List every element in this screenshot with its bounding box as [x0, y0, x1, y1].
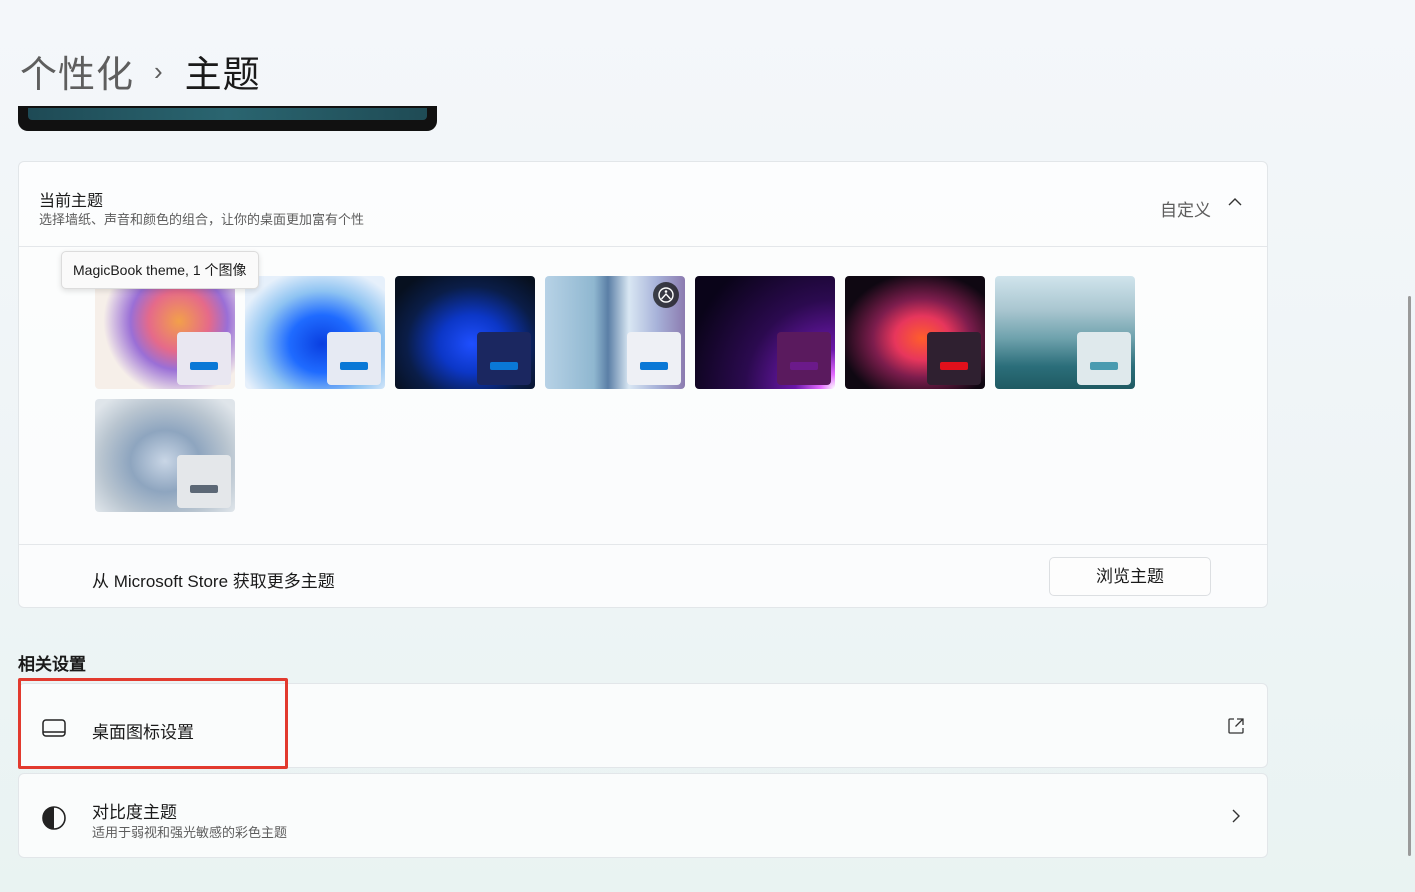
contrast-icon	[42, 806, 66, 830]
spotlight-icon	[653, 282, 679, 308]
store-row: 从 Microsoft Store 获取更多主题 浏览主题	[19, 544, 1267, 608]
theme-thumb-spotlight[interactable]	[545, 276, 685, 389]
theme-mini-window	[927, 332, 981, 385]
contrast-themes-label: 对比度主题	[92, 803, 177, 822]
theme-mini-window	[627, 332, 681, 385]
theme-mini-window	[1077, 332, 1131, 385]
chevron-up-icon[interactable]	[1227, 194, 1243, 210]
open-external-icon	[1228, 718, 1244, 734]
theme-mini-window	[177, 332, 231, 385]
theme-preview-wallpaper	[28, 108, 427, 120]
current-theme-value: 自定义	[1160, 201, 1211, 220]
related-settings-heading: 相关设置	[18, 655, 86, 674]
theme-thumb-sunrise[interactable]	[995, 276, 1135, 389]
store-text: 从 Microsoft Store 获取更多主题	[92, 572, 335, 591]
desktop-icon-settings-label: 桌面图标设置	[92, 723, 194, 742]
current-theme-card: 当前主题 选择墙纸、声音和颜色的组合，让你的桌面更加富有个性 自定义 Magic…	[18, 161, 1268, 608]
theme-mini-window	[777, 332, 831, 385]
theme-tooltip: MagicBook theme, 1 个图像	[61, 251, 259, 289]
theme-thumb-magicbook[interactable]	[95, 276, 235, 389]
theme-mini-window	[477, 332, 531, 385]
theme-accent-bar	[640, 362, 668, 370]
theme-accent-bar	[1090, 362, 1118, 370]
vertical-scrollbar[interactable]	[1408, 296, 1411, 856]
theme-mini-window	[327, 332, 381, 385]
theme-thumb-windows-dark[interactable]	[395, 276, 535, 389]
breadcrumb-separator: ›	[154, 55, 163, 86]
theme-thumb-glow[interactable]	[695, 276, 835, 389]
page-title: 主题	[184, 54, 261, 95]
theme-accent-bar	[190, 362, 218, 370]
browse-themes-button[interactable]: 浏览主题	[1049, 557, 1211, 596]
desktop-icon-settings-row[interactable]: 桌面图标设置	[18, 683, 1268, 768]
current-theme-subtitle: 选择墙纸、声音和颜色的组合，让你的桌面更加富有个性	[39, 212, 365, 227]
chevron-right-icon	[1232, 809, 1240, 823]
theme-preview	[18, 106, 437, 131]
theme-accent-bar	[790, 362, 818, 370]
contrast-themes-subtitle: 适用于弱视和强光敏感的彩色主题	[92, 825, 288, 840]
theme-thumb-captured-motion[interactable]	[845, 276, 985, 389]
current-theme-title: 当前主题	[39, 193, 104, 210]
theme-accent-bar	[490, 362, 518, 370]
theme-accent-bar	[190, 485, 218, 493]
theme-accent-bar	[940, 362, 968, 370]
theme-mini-window	[177, 455, 231, 508]
theme-thumb-flow[interactable]	[95, 399, 235, 512]
breadcrumb: 个性化 › 主题	[20, 44, 261, 98]
breadcrumb-parent[interactable]: 个性化	[20, 44, 134, 98]
theme-thumb-windows-light[interactable]	[245, 276, 385, 389]
theme-accent-bar	[340, 362, 368, 370]
current-theme-header[interactable]: 当前主题 选择墙纸、声音和颜色的组合，让你的桌面更加富有个性 自定义	[19, 162, 1267, 247]
monitor-icon	[42, 719, 66, 737]
contrast-themes-row[interactable]: 对比度主题 适用于弱视和强光敏感的彩色主题	[18, 773, 1268, 858]
